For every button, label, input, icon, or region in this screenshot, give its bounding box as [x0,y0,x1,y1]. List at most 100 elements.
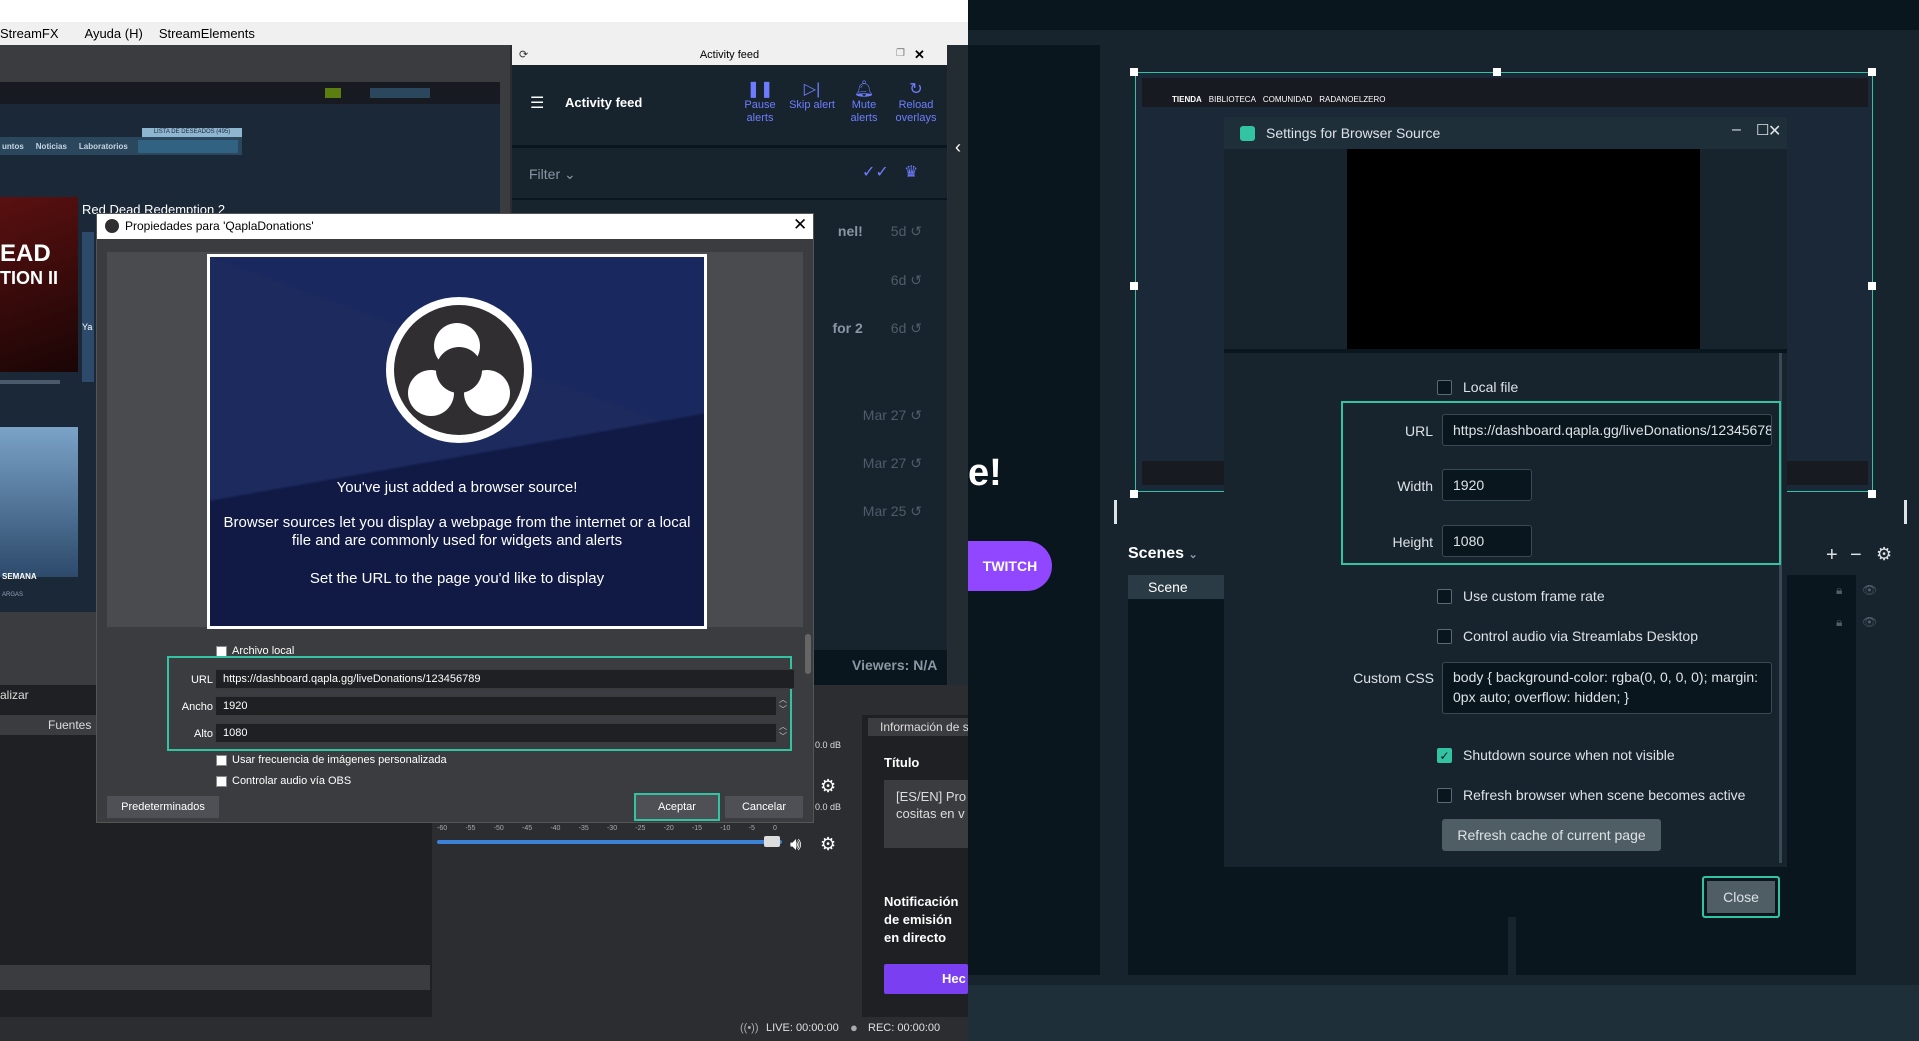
custom-fps-checkbox[interactable] [1437,589,1452,604]
preview-divider [1224,349,1787,353]
control-audio-checkbox[interactable] [216,776,227,787]
custom-fps-checkbox[interactable] [216,755,227,766]
mute-alerts-button[interactable]: 🔔︎ Mute alerts [838,82,890,125]
gear-icon[interactable]: ⚙ [820,776,836,797]
steam-nav-item[interactable]: untos [2,142,24,151]
volume-slider-handle[interactable] [764,836,780,847]
height-field[interactable]: 1080 [1442,525,1532,557]
filter-dropdown[interactable]: Filter ⌄ [529,166,576,183]
steam-nav-item[interactable]: Laboratorios [79,142,128,151]
editor-divider[interactable] [1904,500,1907,524]
replay-icon[interactable]: ↺ [910,320,922,336]
menu-streamfx[interactable]: StreamFX [0,26,59,41]
reload-overlays-button[interactable]: ↻ Reload overlays [890,82,942,125]
sl-footer [968,985,1919,1041]
feed-item[interactable]: for 2 6d ↺ [802,320,922,337]
resize-handle[interactable] [1493,68,1501,76]
browser-source-settings-dialog: Settings for Browser Source – ☐ ✕ Local … [1224,117,1787,918]
accept-button[interactable]: Aceptar [634,793,720,821]
width-stepper[interactable]: ︿ ﹀ [779,695,787,715]
pause-icon: ❚❚ [746,81,774,98]
steam-search[interactable] [138,140,238,153]
gear-icon[interactable]: ⚙ [1876,544,1892,565]
feed-item-time: Mar 25 [862,503,907,519]
float-icon[interactable]: ❐ [896,48,905,59]
close-icon[interactable]: ✕ [793,215,807,235]
css-field[interactable]: body { background-color: rgba(0, 0, 0, 0… [1442,662,1772,714]
close-icon[interactable]: ✕ [914,47,925,63]
control-audio-checkbox[interactable] [1437,629,1452,644]
check-all-icon[interactable]: ✓✓ [862,162,889,182]
lock-icon[interactable]: 🔒︎ [1836,615,1842,630]
eye-icon[interactable]: 👁︎ [1862,615,1877,629]
title-field[interactable]: [ES/EN] Pro cositas en v [884,780,968,848]
close-button[interactable]: Close [1702,876,1780,918]
width-field[interactable]: 1920 [215,696,777,716]
resize-handle[interactable] [1130,68,1138,76]
meter-tick: -40 [550,825,561,832]
replay-icon[interactable]: ↺ [910,223,922,239]
replay-icon[interactable]: ↺ [910,272,922,288]
url-field[interactable]: https://dashboard.qapla.gg/liveDonations… [215,669,795,689]
resize-handle[interactable] [1868,282,1876,290]
resize-handle[interactable] [1868,490,1876,498]
carousel-dots[interactable] [0,380,60,384]
pause-alerts-button[interactable]: ❚❚ Pause alerts [734,81,786,125]
left-tab[interactable]: alizar [0,688,29,702]
replay-icon[interactable]: ↺ [910,455,922,471]
cancel-button[interactable]: Cancelar [725,796,803,818]
add-icon[interactable]: + [1826,544,1838,567]
feed-item[interactable]: nel! 5d ↺ [802,223,922,240]
replay-icon[interactable]: ↺ [910,407,922,423]
refresh-cache-button[interactable]: Refresh cache of current page [1442,819,1661,851]
volume-slider[interactable] [437,840,782,844]
scenes-header[interactable]: Scenes ⌄ [1128,545,1198,563]
editor-divider[interactable] [1114,500,1117,524]
preview-heading: You've just added a browser source! [336,479,578,496]
feed-item[interactable]: 6d ↺ [802,272,922,289]
rdr-capsule[interactable]: EAD TION II [0,197,78,372]
steam-nav-item[interactable]: Noticias [36,142,67,151]
lock-icon[interactable]: 🔒︎ [1836,583,1842,598]
minimize-icon[interactable]: – [1732,121,1741,139]
height-field[interactable]: 1080 [215,723,777,743]
capture-nav-item[interactable]: COMUNIDAD [1263,95,1312,104]
dialog-scrollbar[interactable] [805,634,811,674]
info-tab[interactable]: Información de s [868,718,968,736]
replay-icon[interactable]: ↺ [910,503,922,519]
menu-streamelements[interactable]: StreamElements [159,26,255,41]
twitch-button[interactable]: TWITCH [968,541,1052,591]
refresh-icon[interactable]: ⟳ [519,48,528,61]
local-file-checkbox[interactable] [1437,380,1452,395]
speaker-icon[interactable]: 🔊︎ [790,834,801,855]
streamlabs-app-icon [1240,126,1255,141]
menu-icon[interactable]: ☰ [530,93,544,113]
sl-left-panel [968,45,1100,975]
defaults-button[interactable]: Predeterminados [107,796,219,818]
remove-icon[interactable]: − [1850,544,1862,567]
url-field[interactable]: https://dashboard.qapla.gg/liveDonations… [1442,414,1772,446]
refresh-checkbox[interactable] [1437,788,1452,803]
menu-help[interactable]: Ayuda (H) [85,26,143,41]
capture-nav-item[interactable]: BIBLIOTECA [1209,95,1256,104]
notification-button[interactable]: Hec [884,964,968,994]
resize-handle[interactable] [1868,68,1876,76]
shutdown-checkbox[interactable]: ✓ [1437,748,1452,763]
feed-item[interactable]: Mar 27 ↺ [802,407,922,424]
steam-wishlist[interactable]: LISTA DE DESEADOS (495) [142,128,242,137]
resize-handle[interactable] [1130,490,1138,498]
crown-icon[interactable]: ♛ [904,162,918,182]
capture-nav-item[interactable]: RADANOELZERO [1319,95,1385,104]
capture-nav-item[interactable]: TIENDA [1172,95,1202,104]
surgeon-capsule[interactable] [0,427,78,577]
chevron-left-icon[interactable]: ‹ [948,137,968,158]
close-icon[interactable]: ✕ [1768,121,1781,141]
skip-alert-button[interactable]: ▷| Skip alert [786,82,838,112]
feed-item[interactable]: Mar 25 ↺ [802,503,922,520]
resize-handle[interactable] [1130,282,1138,290]
eye-icon[interactable]: 👁︎ [1862,583,1877,597]
gear-icon[interactable]: ⚙ [820,834,836,855]
height-stepper[interactable]: ︿ ﹀ [779,722,787,742]
feed-item[interactable]: Mar 27 ↺ [802,455,922,472]
width-field[interactable]: 1920 [1442,469,1532,501]
